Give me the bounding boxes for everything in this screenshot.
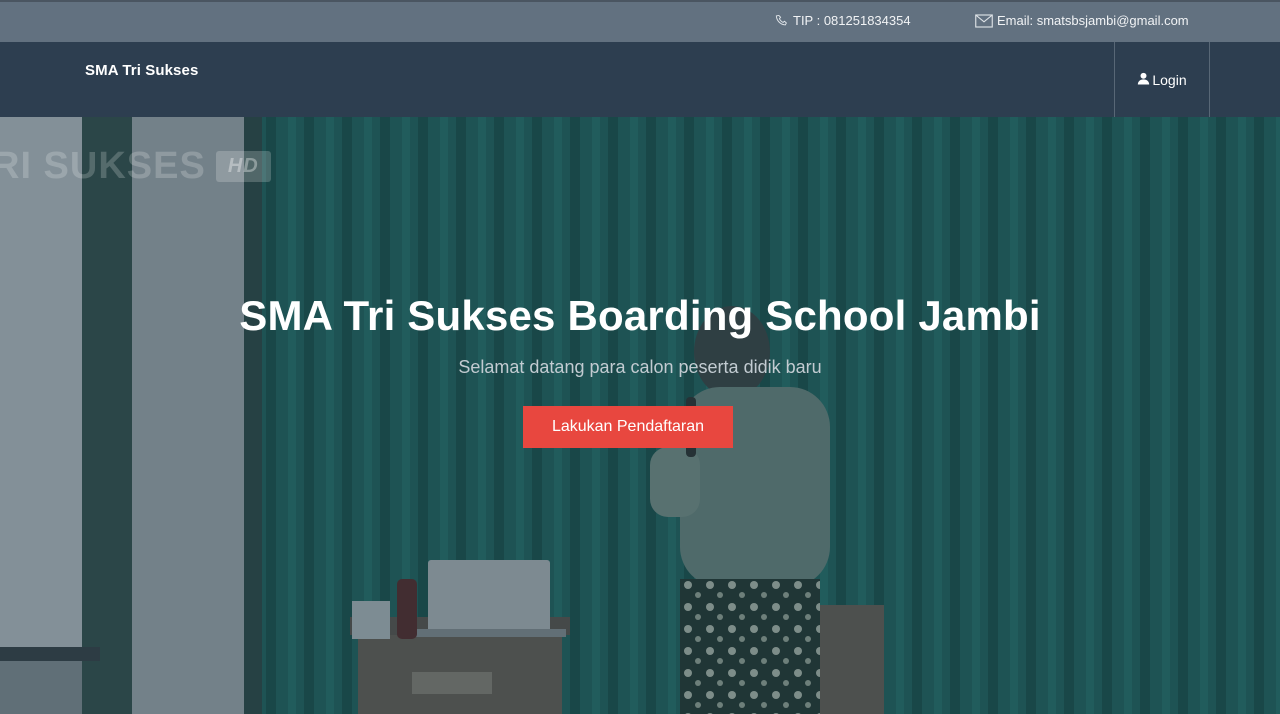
top-contact-bar: TIP : 081251834354 Email: smatsbsjambi@g… <box>0 0 1280 42</box>
register-button[interactable]: Lakukan Pendaftaran <box>523 406 733 448</box>
email-text[interactable]: Email: smatsbsjambi@gmail.com <box>997 13 1189 28</box>
hero-title: SMA Tri Sukses Boarding School Jambi <box>239 292 1041 339</box>
user-icon <box>1137 72 1150 88</box>
phone-icon <box>775 14 789 28</box>
login-label[interactable]: Login <box>1152 72 1186 88</box>
phone-text: TIP : 081251834354 <box>793 13 911 28</box>
video-watermark: RI SUKSES HD <box>0 145 271 188</box>
site-brand[interactable]: SMA Tri Sukses <box>85 62 198 79</box>
main-navbar: SMA Tri Sukses Login <box>0 42 1280 117</box>
email-contact[interactable]: Email: smatsbsjambi@gmail.com <box>975 13 1189 28</box>
login-link[interactable]: Login <box>1114 42 1210 117</box>
phone-contact: TIP : 081251834354 <box>775 13 911 28</box>
hero-subtitle: Selamat datang para calon peserta didik … <box>458 357 822 377</box>
hero-section: RI SUKSES HD SMA Tri Sukses Boarding Sch… <box>0 117 1280 714</box>
envelope-icon <box>975 13 993 28</box>
